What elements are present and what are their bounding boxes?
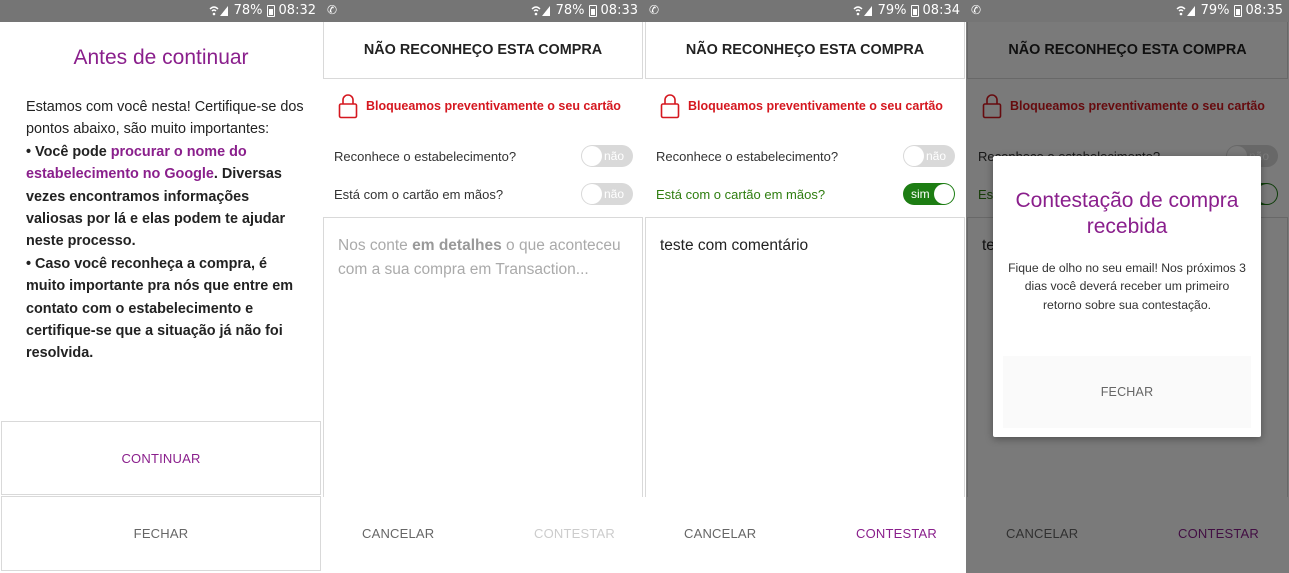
wifi-signal-icon [1175, 4, 1197, 17]
page-header: NÃO RECONHEÇO ESTA COMPRA [645, 22, 965, 79]
action-bar: CANCELAR CONTESTAR [644, 497, 966, 573]
wifi-signal-icon [208, 4, 230, 17]
toggle-knob [582, 184, 602, 204]
toggle-label: não [603, 149, 624, 163]
battery-icon [266, 4, 275, 17]
clock: 08:35 [1245, 3, 1283, 18]
dialog-close-button[interactable]: FECHAR [1003, 356, 1251, 428]
contest-button[interactable]: CONTESTAR [534, 526, 615, 541]
recognize-merchant-toggle[interactable]: não [581, 145, 633, 167]
recognize-merchant-question: Reconhece o estabelecimento? [334, 149, 517, 164]
wifi-signal-icon [530, 4, 552, 17]
continue-button[interactable]: CONTINUAR [1, 421, 321, 495]
blocked-card-notice: Bloqueamos preventivamente o seu cartão [660, 93, 943, 119]
clock: 08:34 [922, 3, 960, 18]
card-in-hand-toggle[interactable]: não [581, 183, 633, 205]
battery-percent: 79% [877, 3, 907, 18]
cancel-button[interactable]: CANCELAR [362, 526, 434, 541]
details-textarea[interactable]: teste com comentário [645, 217, 965, 497]
toggle-knob [904, 146, 924, 166]
screen-dispute-empty: ✆ 78% 08:33 NÃO RECONHEÇO ESTA COMPRA Bl… [322, 0, 644, 573]
status-bar: 78% 08:32 [0, 0, 322, 22]
bullet1-prefix: • Você pode [26, 143, 111, 160]
contest-button[interactable]: CONTESTAR [856, 526, 937, 541]
clock: 08:32 [278, 3, 316, 18]
battery-icon [588, 4, 597, 17]
toggle-knob [934, 184, 954, 204]
close-button[interactable]: FECHAR [1, 496, 321, 571]
recognize-merchant-toggle[interactable]: não [903, 145, 955, 167]
toggle-label: não [603, 187, 624, 201]
toggle-label: não [925, 149, 946, 163]
whatsapp-icon: ✆ [327, 3, 338, 17]
confirmation-dialog: Contestação de compra recebida Fique de … [993, 156, 1261, 437]
battery-percent: 78% [555, 3, 585, 18]
recognize-merchant-question: Reconhece o estabelecimento? [656, 149, 839, 164]
card-in-hand-toggle[interactable]: sim [903, 183, 955, 205]
instructions-text: Estamos com você nesta! Certifique-se do… [26, 96, 304, 365]
details-textarea[interactable]: Nos conte em detalhes o que aconteceu co… [323, 217, 643, 497]
toggle-label: sim [911, 187, 930, 201]
dialog-title: Contestação de compra recebida [1015, 189, 1239, 238]
bullet2-text: • Caso você reconheça a compra, é muito … [26, 255, 294, 362]
clock: 08:33 [600, 3, 638, 18]
whatsapp-icon: ✆ [649, 3, 660, 17]
wifi-signal-icon [852, 4, 874, 17]
battery-icon [1233, 4, 1242, 17]
page-title: Antes de continuar [73, 46, 249, 69]
status-bar: ✆ 79% 08:34 [644, 0, 966, 22]
blocked-card-notice: Bloqueamos preventivamente o seu cartão [338, 93, 621, 119]
placeholder-bold: em detalhes [412, 237, 502, 254]
battery-icon [910, 4, 919, 17]
page-header: NÃO RECONHEÇO ESTA COMPRA [323, 22, 643, 79]
blocked-message: Bloqueamos preventivamente o seu cartão [366, 99, 621, 113]
screen-dispute-confirmation: ✆ 79% 08:35 NÃO RECONHEÇO ESTA COMPRA Bl… [966, 0, 1289, 573]
battery-percent: 78% [233, 3, 263, 18]
card-in-hand-question: Está com o cartão em mãos? [656, 187, 826, 202]
toggle-knob [582, 146, 602, 166]
blocked-message: Bloqueamos preventivamente o seu cartão [688, 99, 943, 113]
whatsapp-icon: ✆ [971, 3, 982, 17]
dialog-message: Fique de olho no seu email! Nos próximos… [1008, 261, 1246, 312]
lock-icon [338, 94, 358, 119]
screen-before-continue: 78% 08:32 Antes de continuar Estamos com… [0, 0, 322, 573]
placeholder-prefix: Nos conte [338, 237, 413, 254]
lock-icon [660, 94, 680, 119]
card-in-hand-question: Está com o cartão em mãos? [334, 187, 504, 202]
action-bar: CANCELAR CONTESTAR [322, 497, 644, 573]
status-bar: ✆ 78% 08:33 [322, 0, 644, 22]
intro-text: Estamos com você nesta! Certifique-se do… [26, 99, 304, 138]
screen-dispute-filled: ✆ 79% 08:34 NÃO RECONHEÇO ESTA COMPRA Bl… [644, 0, 966, 573]
cancel-button[interactable]: CANCELAR [684, 526, 756, 541]
battery-percent: 79% [1200, 3, 1230, 18]
status-bar: ✆ 79% 08:35 [966, 0, 1289, 22]
